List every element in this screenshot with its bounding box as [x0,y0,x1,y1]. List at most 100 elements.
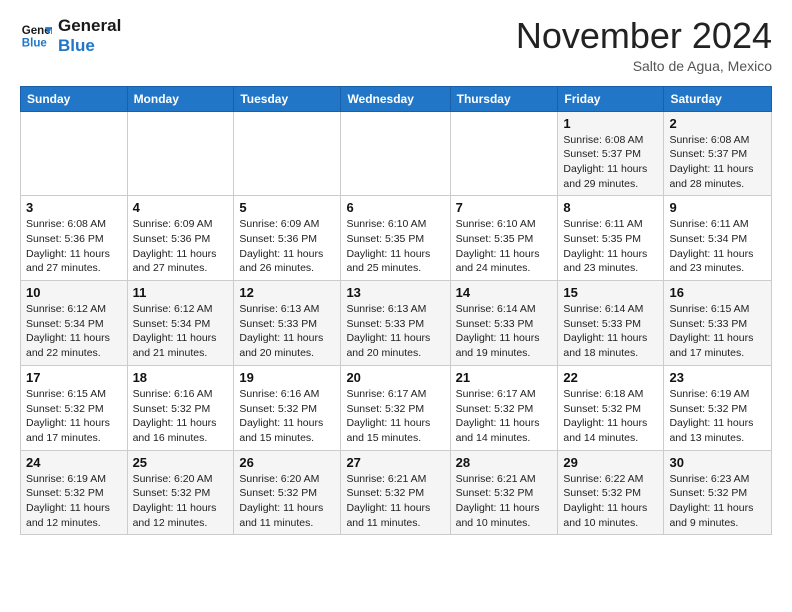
page: General Blue General Blue November 2024 … [0,0,792,551]
calendar-cell: 25 Sunrise: 6:20 AMSunset: 5:32 PMDayligh… [127,450,234,535]
svg-text:Blue: Blue [22,38,48,50]
day-number: 19 [239,370,335,385]
calendar-cell: 14 Sunrise: 6:14 AMSunset: 5:33 PMDayligh… [450,281,558,366]
weekday-header-wednesday: Wednesday [341,86,450,111]
calendar: SundayMondayTuesdayWednesdayThursdayFrid… [20,86,772,536]
day-number: 7 [456,200,553,215]
calendar-cell: 4 Sunrise: 6:09 AMSunset: 5:36 PMDaylight… [127,196,234,281]
day-number: 25 [133,455,229,470]
day-info: Sunrise: 6:08 AMSunset: 5:36 PMDaylight:… [26,217,122,276]
day-info: Sunrise: 6:21 AMSunset: 5:32 PMDaylight:… [456,472,553,531]
weekday-header-tuesday: Tuesday [234,86,341,111]
calendar-cell: 3 Sunrise: 6:08 AMSunset: 5:36 PMDaylight… [21,196,128,281]
calendar-cell: 21Sunrise: 6:17 AMSunset: 5:32 PMDayligh… [450,365,558,450]
calendar-cell: 23 Sunrise: 6:19 AMSunset: 5:32 PMDayligh… [664,365,772,450]
calendar-cell: 5 Sunrise: 6:09 AMSunset: 5:36 PMDaylight… [234,196,341,281]
day-number: 9 [669,200,766,215]
calendar-cell: 8 Sunrise: 6:11 AMSunset: 5:35 PMDaylight… [558,196,664,281]
calendar-cell: 6 Sunrise: 6:10 AMSunset: 5:35 PMDaylight… [341,196,450,281]
calendar-cell: 24Sunrise: 6:19 AMSunset: 5:32 PMDayligh… [21,450,128,535]
day-info: Sunrise: 6:11 AMSunset: 5:34 PMDaylight:… [669,217,766,276]
weekday-header-monday: Monday [127,86,234,111]
calendar-cell: 20 Sunrise: 6:17 AMSunset: 5:32 PMDayligh… [341,365,450,450]
weekday-header-sunday: Sunday [21,86,128,111]
logo-general: General [58,16,121,36]
day-info: Sunrise: 6:17 AMSunset: 5:32 PMDaylight:… [346,387,444,446]
day-number: 10 [26,285,122,300]
header: General Blue General Blue November 2024 … [20,16,772,74]
day-info: Sunrise: 6:18 AMSunset: 5:32 PMDaylight:… [563,387,658,446]
day-number: 8 [563,200,658,215]
day-info: Sunrise: 6:23 AMSunset: 5:32 PMDaylight:… [669,472,766,531]
day-info: Sunrise: 6:16 AMSunset: 5:32 PMDaylight:… [239,387,335,446]
day-info: Sunrise: 6:12 AMSunset: 5:34 PMDaylight:… [26,302,122,361]
day-number: 11 [133,285,229,300]
day-number: 3 [26,200,122,215]
day-number: 28 [456,455,553,470]
day-info: Sunrise: 6:21 AMSunset: 5:32 PMDaylight:… [346,472,444,531]
day-info: Sunrise: 6:09 AMSunset: 5:36 PMDaylight:… [133,217,229,276]
day-info: Sunrise: 6:12 AMSunset: 5:34 PMDaylight:… [133,302,229,361]
day-number: 27 [346,455,444,470]
logo: General Blue General Blue [20,16,121,57]
day-info: Sunrise: 6:09 AMSunset: 5:36 PMDaylight:… [239,217,335,276]
day-number: 1 [563,116,658,131]
calendar-cell: 10 Sunrise: 6:12 AMSunset: 5:34 PMDayligh… [21,281,128,366]
title-block: November 2024 Salto de Agua, Mexico [516,16,772,74]
calendar-cell [450,111,558,196]
day-number: 22 [563,370,658,385]
calendar-cell: 7Sunrise: 6:10 AMSunset: 5:35 PMDaylight… [450,196,558,281]
calendar-cell [127,111,234,196]
weekday-header-friday: Friday [558,86,664,111]
calendar-cell: 30 Sunrise: 6:23 AMSunset: 5:32 PMDayligh… [664,450,772,535]
day-number: 26 [239,455,335,470]
day-info: Sunrise: 6:22 AMSunset: 5:32 PMDaylight:… [563,472,658,531]
day-info: Sunrise: 6:20 AMSunset: 5:32 PMDaylight:… [239,472,335,531]
logo-icon: General Blue [20,20,52,52]
day-info: Sunrise: 6:15 AMSunset: 5:32 PMDaylight:… [26,387,122,446]
calendar-cell [341,111,450,196]
day-info: Sunrise: 6:14 AMSunset: 5:33 PMDaylight:… [563,302,658,361]
calendar-cell: 15Sunrise: 6:14 AMSunset: 5:33 PMDayligh… [558,281,664,366]
day-info: Sunrise: 6:19 AMSunset: 5:32 PMDaylight:… [26,472,122,531]
day-info: Sunrise: 6:16 AMSunset: 5:32 PMDaylight:… [133,387,229,446]
day-info: Sunrise: 6:19 AMSunset: 5:32 PMDaylight:… [669,387,766,446]
day-info: Sunrise: 6:17 AMSunset: 5:32 PMDaylight:… [456,387,553,446]
calendar-cell: 27 Sunrise: 6:21 AMSunset: 5:32 PMDayligh… [341,450,450,535]
calendar-cell: 17 Sunrise: 6:15 AMSunset: 5:32 PMDayligh… [21,365,128,450]
logo-blue: Blue [58,36,121,56]
calendar-cell: 12Sunrise: 6:13 AMSunset: 5:33 PMDayligh… [234,281,341,366]
calendar-cell: 26 Sunrise: 6:20 AMSunset: 5:32 PMDayligh… [234,450,341,535]
day-info: Sunrise: 6:20 AMSunset: 5:32 PMDaylight:… [133,472,229,531]
day-number: 4 [133,200,229,215]
day-number: 30 [669,455,766,470]
day-number: 12 [239,285,335,300]
day-number: 18 [133,370,229,385]
day-info: Sunrise: 6:14 AMSunset: 5:33 PMDaylight:… [456,302,553,361]
calendar-cell: 11 Sunrise: 6:12 AMSunset: 5:34 PMDayligh… [127,281,234,366]
day-number: 16 [669,285,766,300]
calendar-cell [21,111,128,196]
day-info: Sunrise: 6:08 AMSunset: 5:37 PMDaylight:… [563,133,658,192]
day-number: 17 [26,370,122,385]
day-number: 13 [346,285,444,300]
day-info: Sunrise: 6:11 AMSunset: 5:35 PMDaylight:… [563,217,658,276]
calendar-cell: 1 Sunrise: 6:08 AMSunset: 5:37 PMDaylight… [558,111,664,196]
calendar-cell: 22 Sunrise: 6:18 AMSunset: 5:32 PMDayligh… [558,365,664,450]
day-number: 23 [669,370,766,385]
weekday-header-saturday: Saturday [664,86,772,111]
calendar-cell: 29 Sunrise: 6:22 AMSunset: 5:32 PMDayligh… [558,450,664,535]
calendar-cell: 18 Sunrise: 6:16 AMSunset: 5:32 PMDayligh… [127,365,234,450]
day-info: Sunrise: 6:10 AMSunset: 5:35 PMDaylight:… [346,217,444,276]
calendar-cell: 13 Sunrise: 6:13 AMSunset: 5:33 PMDayligh… [341,281,450,366]
day-number: 5 [239,200,335,215]
day-info: Sunrise: 6:13 AMSunset: 5:33 PMDaylight:… [346,302,444,361]
day-number: 29 [563,455,658,470]
calendar-cell [234,111,341,196]
day-number: 6 [346,200,444,215]
weekday-header-thursday: Thursday [450,86,558,111]
calendar-cell: 9 Sunrise: 6:11 AMSunset: 5:34 PMDaylight… [664,196,772,281]
day-info: Sunrise: 6:08 AMSunset: 5:37 PMDaylight:… [669,133,766,192]
day-number: 20 [346,370,444,385]
day-number: 14 [456,285,553,300]
